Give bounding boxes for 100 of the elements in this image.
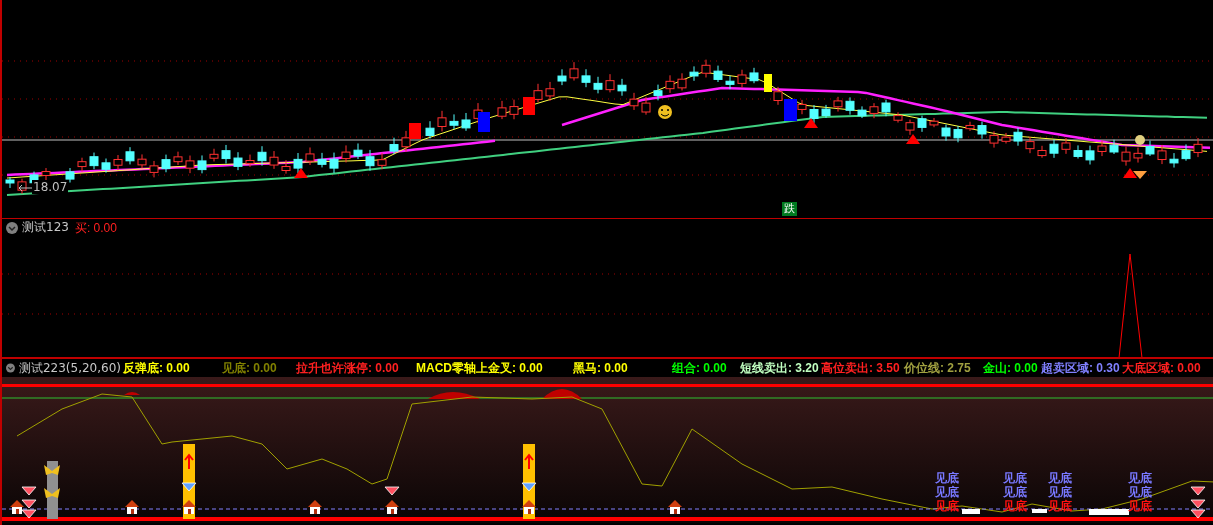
candlestick (641, 96, 651, 116)
house-icon (125, 500, 139, 514)
candlestick (557, 68, 567, 86)
candlestick (953, 125, 963, 143)
candlestick (905, 119, 915, 136)
peak-area (124, 392, 140, 395)
triangle-icon (294, 168, 308, 178)
candlestick (77, 157, 87, 173)
bar-block (1032, 509, 1047, 513)
candlestick (1181, 143, 1191, 162)
candlestick (317, 152, 327, 168)
indicator-value: MACD零轴上金叉: 0.00 (416, 361, 543, 375)
house-icon (182, 500, 196, 514)
candlestick (353, 142, 363, 160)
candlestick (725, 75, 735, 90)
candlestick (5, 176, 15, 189)
candlestick (593, 76, 603, 94)
candlestick (1001, 132, 1011, 144)
candlestick (665, 74, 675, 94)
candlestick (161, 154, 171, 173)
signal-label: 见底 (935, 485, 959, 499)
indicator-value: 价位线: 2.75 (904, 361, 971, 375)
candlestick (1133, 147, 1143, 164)
candlestick (125, 146, 135, 165)
candlestick (209, 148, 219, 162)
candlestick (173, 151, 183, 166)
indicator-value: 买: 0.00 (74, 219, 117, 236)
butterfly-icon (44, 465, 60, 475)
candlestick (221, 144, 231, 165)
house-icon (10, 500, 24, 514)
candlestick (1073, 144, 1083, 160)
candlestick (797, 99, 807, 115)
candlestick (401, 130, 411, 153)
collapse-icon[interactable] (6, 221, 18, 234)
candlestick (389, 137, 399, 155)
candlestick (1061, 137, 1071, 155)
candlestick (581, 68, 591, 88)
price-label: 18.07 (32, 180, 69, 194)
signal-label: 见底 (1003, 485, 1027, 499)
candlestick (809, 104, 819, 124)
triangle-icon (804, 118, 818, 128)
indicator-value: 拉升也许涨停: 0.00 (296, 361, 399, 375)
signal-label: 见底 (1003, 471, 1027, 485)
signal-candle (784, 99, 797, 121)
arrow-icon (18, 184, 32, 192)
signal-label: 见底 (935, 471, 959, 485)
triangle-icon (906, 134, 920, 144)
candlestick (845, 96, 855, 116)
candlestick (137, 153, 147, 169)
candlestick (113, 154, 123, 171)
candlestick (977, 121, 987, 140)
signal-label: 见底 (935, 499, 959, 513)
candlestick (821, 104, 831, 119)
candlestick (1037, 145, 1047, 159)
candlestick (533, 83, 543, 103)
indicator-value: 黑马: 0.00 (573, 361, 628, 375)
candlestick (437, 110, 447, 132)
signal-candle (764, 74, 772, 92)
indicator-value: 高位卖出: 3.50 (821, 361, 900, 375)
candlestick (341, 144, 351, 163)
candlestick (1025, 136, 1035, 154)
candlestick (773, 86, 783, 106)
signal-tag: 跌 (782, 202, 797, 216)
candlestick (497, 100, 507, 120)
signal-label: 见底 (1003, 499, 1027, 513)
candlestick (1085, 145, 1095, 165)
candlestick (1193, 137, 1203, 158)
candlestick (869, 102, 879, 119)
candlestick (17, 178, 27, 195)
collapse-icon[interactable] (6, 362, 15, 374)
candlestick (65, 167, 75, 183)
candlestick (461, 112, 471, 132)
indicator-value: 组合: 0.00 (672, 361, 727, 375)
candlestick (197, 154, 207, 174)
candlestick (149, 160, 159, 178)
candlestick (893, 111, 903, 124)
coin-icon (1135, 135, 1145, 145)
candlestick (833, 96, 843, 113)
house-icon (522, 500, 536, 514)
candlestick (509, 99, 519, 120)
candlestick (653, 84, 663, 101)
candlestick (185, 155, 195, 174)
candlestick (749, 67, 759, 84)
candlestick (857, 105, 867, 119)
candlestick (329, 152, 339, 174)
candlestick (257, 145, 267, 167)
candlestick (293, 152, 303, 174)
candlestick (425, 120, 435, 139)
candlestick (269, 150, 279, 170)
candlestick (917, 115, 927, 133)
house-icon (385, 500, 399, 514)
candlestick (101, 158, 111, 174)
candlestick (1109, 139, 1119, 155)
butterfly-icon (44, 488, 60, 498)
panel-title: 测试223(5,20,60) (18, 359, 121, 377)
candlestick (365, 149, 375, 172)
signal-candle (478, 112, 490, 132)
candlestick (1169, 152, 1179, 169)
candlestick (989, 130, 999, 149)
candlestick (245, 154, 255, 168)
